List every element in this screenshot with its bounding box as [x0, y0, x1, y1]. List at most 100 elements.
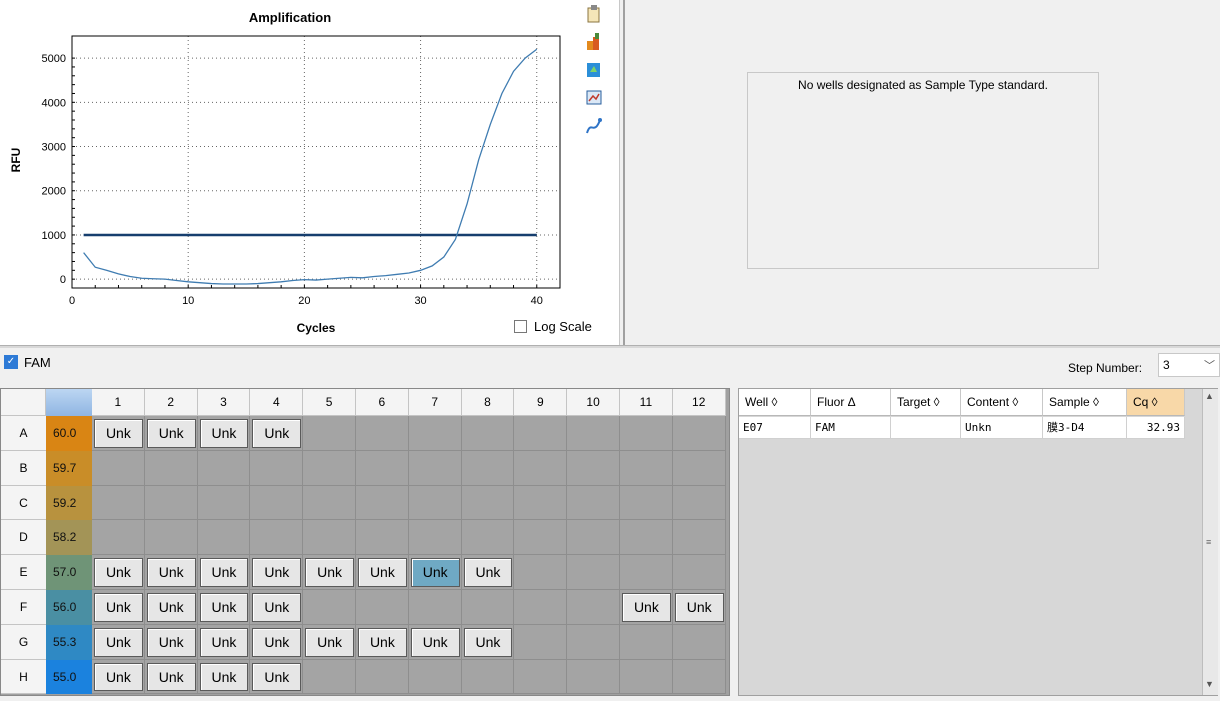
- well-button-H2[interactable]: Unk: [146, 662, 196, 692]
- well-button-G4[interactable]: Unk: [252, 627, 302, 657]
- well-C9[interactable]: [514, 485, 568, 521]
- well-button-F4[interactable]: Unk: [252, 593, 302, 622]
- well-C2[interactable]: [144, 485, 198, 521]
- copy-icon[interactable]: [585, 4, 603, 24]
- well-A10[interactable]: [567, 416, 620, 451]
- step-number-select[interactable]: 3 ﹀: [1158, 353, 1220, 377]
- well-B4[interactable]: [250, 450, 304, 486]
- export-icon[interactable]: [585, 32, 603, 52]
- well-G11[interactable]: [620, 624, 673, 660]
- well-button-F3[interactable]: Unk: [199, 593, 249, 622]
- well-D2[interactable]: [144, 520, 198, 556]
- well-C5[interactable]: [303, 485, 356, 521]
- well-B1[interactable]: [92, 450, 145, 486]
- well-button-G6[interactable]: Unk: [358, 627, 407, 657]
- well-H10[interactable]: [567, 659, 620, 695]
- well-D1[interactable]: [92, 520, 145, 556]
- column-header-4[interactable]: 4: [250, 389, 304, 416]
- well-H5[interactable]: [303, 659, 356, 695]
- log-scale-checkbox[interactable]: [514, 320, 527, 333]
- well-B8[interactable]: [461, 450, 515, 486]
- well-button-H4[interactable]: Unk: [252, 662, 302, 692]
- well-D4[interactable]: [250, 520, 304, 556]
- well-button-G3[interactable]: Unk: [199, 627, 249, 657]
- well-D3[interactable]: [197, 520, 251, 556]
- column-header-sample[interactable]: Sample ◊: [1043, 389, 1127, 416]
- chart-settings-icon[interactable]: [585, 88, 603, 108]
- well-G10[interactable]: [567, 624, 620, 660]
- cell-well[interactable]: E07: [739, 417, 811, 439]
- well-button-G2[interactable]: Unk: [146, 627, 196, 657]
- well-H9[interactable]: [514, 659, 568, 695]
- well-G12[interactable]: [672, 624, 726, 660]
- well-D12[interactable]: [672, 520, 726, 556]
- well-A6[interactable]: [356, 416, 409, 451]
- row-header-D[interactable]: D: [1, 520, 46, 556]
- well-C4[interactable]: [250, 485, 304, 521]
- column-header-8[interactable]: 8: [461, 389, 515, 416]
- well-button-F12[interactable]: Unk: [674, 593, 724, 622]
- well-B7[interactable]: [408, 450, 462, 486]
- well-F7[interactable]: [408, 590, 462, 625]
- well-B9[interactable]: [514, 450, 568, 486]
- well-C11[interactable]: [620, 485, 673, 521]
- column-header-well[interactable]: Well ◊: [739, 389, 811, 416]
- well-C10[interactable]: [567, 485, 620, 521]
- column-header-5[interactable]: 5: [303, 389, 356, 416]
- column-header-7[interactable]: 7: [408, 389, 462, 416]
- cell-target[interactable]: [891, 417, 961, 439]
- well-button-F1[interactable]: Unk: [94, 593, 143, 622]
- well-button-G8[interactable]: Unk: [463, 627, 513, 657]
- well-button-A4[interactable]: Unk: [252, 419, 302, 448]
- well-button-E3[interactable]: Unk: [199, 558, 249, 587]
- well-H8[interactable]: [461, 659, 515, 695]
- row-header-F[interactable]: F: [1, 590, 46, 625]
- well-B6[interactable]: [356, 450, 409, 486]
- curve-icon[interactable]: [585, 116, 603, 136]
- well-A12[interactable]: [672, 416, 726, 451]
- plate-corner[interactable]: [1, 389, 46, 416]
- well-B12[interactable]: [672, 450, 726, 486]
- well-C8[interactable]: [461, 485, 515, 521]
- well-H6[interactable]: [356, 659, 409, 695]
- cell-fluor[interactable]: FAM: [811, 417, 891, 439]
- refresh-icon[interactable]: [585, 60, 603, 80]
- column-header-12[interactable]: 12: [672, 389, 726, 416]
- row-header-A[interactable]: A: [1, 416, 46, 451]
- well-button-A2[interactable]: Unk: [146, 419, 196, 448]
- well-button-H3[interactable]: Unk: [199, 662, 249, 692]
- column-header-1[interactable]: 1: [92, 389, 145, 416]
- well-button-E5[interactable]: Unk: [305, 558, 354, 587]
- row-header-B[interactable]: B: [1, 450, 46, 486]
- well-C1[interactable]: [92, 485, 145, 521]
- well-button-A1[interactable]: Unk: [94, 419, 143, 448]
- well-A5[interactable]: [303, 416, 356, 451]
- well-E10[interactable]: [567, 555, 620, 590]
- well-B3[interactable]: [197, 450, 251, 486]
- well-B11[interactable]: [620, 450, 673, 486]
- well-D7[interactable]: [408, 520, 462, 556]
- results-scrollbar[interactable]: ▲ ≡ ▼: [1202, 389, 1218, 695]
- row-header-H[interactable]: H: [1, 659, 46, 695]
- row-header-G[interactable]: G: [1, 624, 46, 660]
- well-H12[interactable]: [672, 659, 726, 695]
- well-F8[interactable]: [461, 590, 515, 625]
- scroll-grip-icon[interactable]: ≡: [1206, 537, 1211, 547]
- well-H7[interactable]: [408, 659, 462, 695]
- well-E12[interactable]: [672, 555, 726, 590]
- well-button-E1[interactable]: Unk: [94, 558, 143, 587]
- well-A8[interactable]: [461, 416, 515, 451]
- well-D6[interactable]: [356, 520, 409, 556]
- column-header-content[interactable]: Content ◊: [961, 389, 1043, 416]
- well-A9[interactable]: [514, 416, 568, 451]
- fam-checkbox[interactable]: ✓: [4, 355, 18, 369]
- well-button-E2[interactable]: Unk: [146, 558, 196, 587]
- column-header-fluor[interactable]: Fluor Δ: [811, 389, 891, 416]
- well-D9[interactable]: [514, 520, 568, 556]
- column-header-11[interactable]: 11: [620, 389, 673, 416]
- well-D10[interactable]: [567, 520, 620, 556]
- panel-splitter[interactable]: [0, 345, 1220, 348]
- column-header-3[interactable]: 3: [197, 389, 251, 416]
- well-B10[interactable]: [567, 450, 620, 486]
- row-header-C[interactable]: C: [1, 485, 46, 521]
